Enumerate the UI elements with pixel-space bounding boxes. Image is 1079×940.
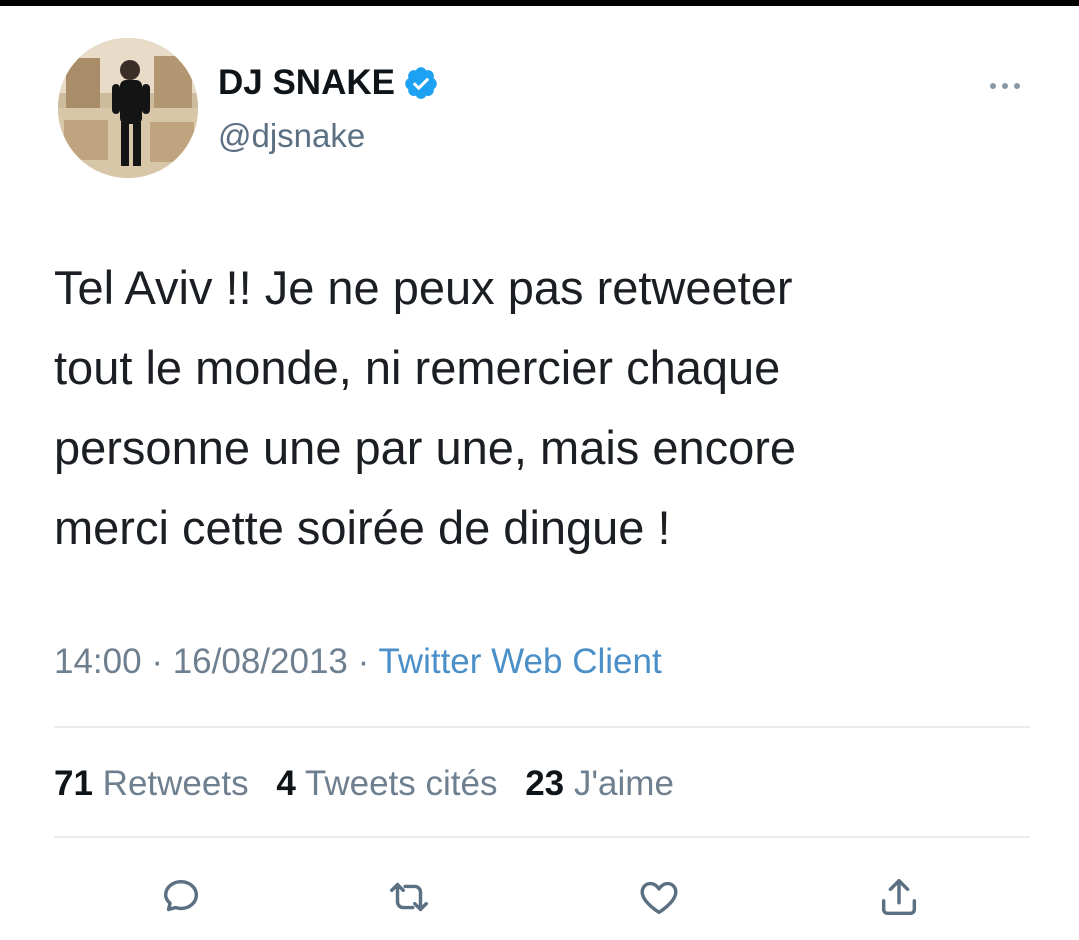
quotes-count: 4 [276,764,296,803]
quotes-label: Tweets cités [304,764,498,803]
heart-icon[interactable] [636,874,682,920]
reply-icon[interactable] [158,874,204,920]
verified-badge-icon [405,67,437,99]
tweet-actions [0,874,1079,924]
likes-label: J'aime [573,764,674,803]
divider [54,726,1030,728]
divider [54,836,1030,838]
likes-stat[interactable]: 23 J'aime [525,764,674,803]
top-border [0,0,1079,6]
share-icon[interactable] [876,874,922,920]
tweet-source-link[interactable]: Twitter Web Client [378,642,661,681]
retweets-label: Retweets [102,764,249,803]
meta-separator: · [141,642,173,681]
tweet-text: Tel Aviv !! Je ne peux pas retweeter tou… [54,261,797,554]
tweet-meta: 14:00 · 16/08/2013 · Twitter Web Client [54,640,662,684]
likes-count: 23 [525,764,565,803]
author-handle[interactable]: @djsnake [218,116,365,156]
tweet-time[interactable]: 14:00 [54,642,142,681]
retweets-stat[interactable]: 71 Retweets [54,764,249,803]
retweet-icon[interactable] [386,874,432,920]
tweet-stats: 71 Retweets 4 Tweets cités 23 J'aime [54,762,692,806]
avatar-photo [58,38,198,178]
author-name[interactable]: DJ SNAKE [218,63,439,103]
retweets-count: 71 [54,764,93,803]
more-horizontal-icon[interactable] [985,76,1025,96]
meta-separator: · [347,642,379,681]
author-name-text: DJ SNAKE [218,63,395,102]
quotes-stat[interactable]: 4 Tweets cités [276,764,497,803]
tweet-date[interactable]: 16/08/2013 [173,642,348,681]
avatar[interactable] [58,38,198,178]
